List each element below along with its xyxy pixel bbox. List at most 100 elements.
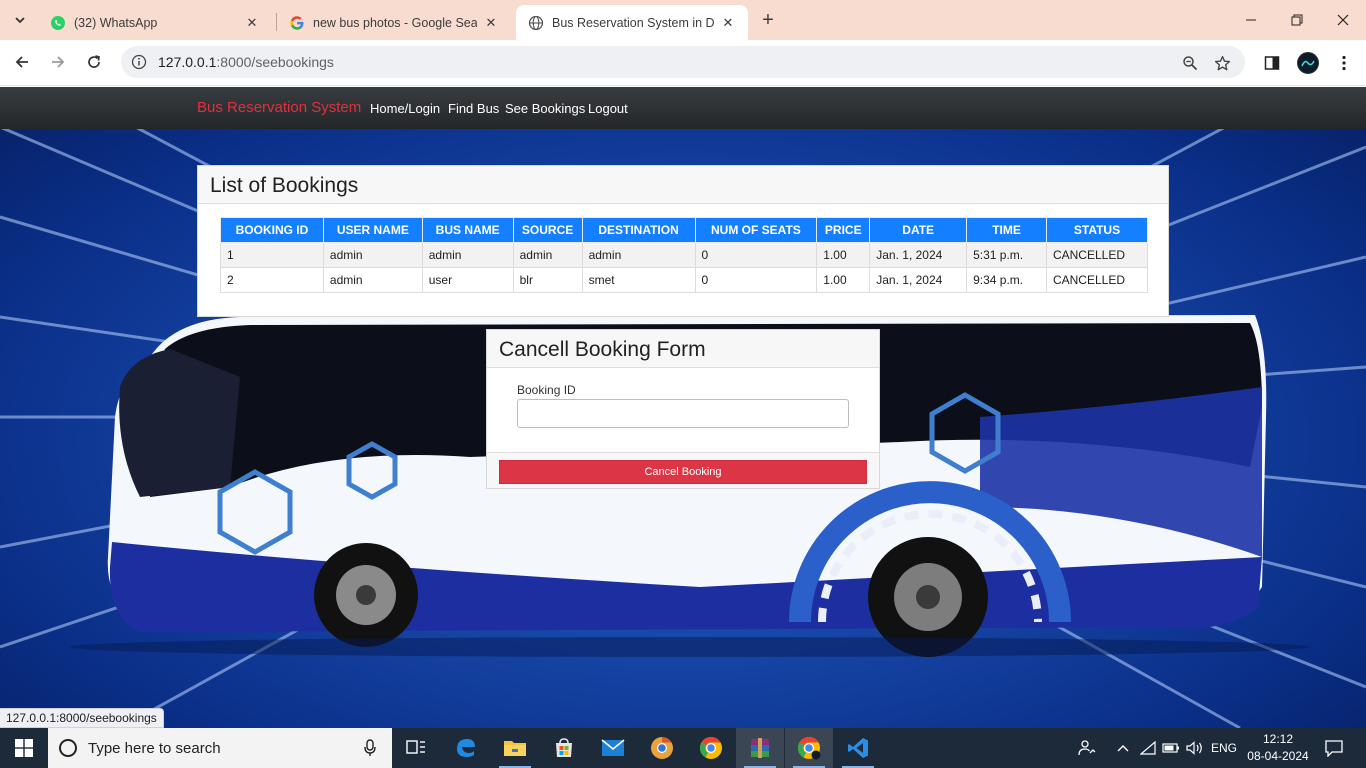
column-header-booking-id: BOOKING ID: [220, 217, 324, 243]
chrome-icon[interactable]: [687, 728, 735, 768]
column-header-time: TIME: [966, 217, 1047, 243]
column-header-source: SOURCE: [512, 217, 583, 243]
taskbar-search-box[interactable]: Type here to search: [48, 728, 392, 768]
price-cell: 1.00: [816, 242, 871, 268]
chrome-canary-icon[interactable]: [638, 728, 686, 768]
num-of-seats-cell: 0: [694, 267, 818, 293]
booking-id-label: Booking ID: [517, 383, 576, 397]
edge-browser-icon[interactable]: [442, 728, 490, 768]
close-window-icon[interactable]: [1320, 0, 1366, 40]
address-bar[interactable]: 127.0.0.1:8000/seebookings: [121, 46, 1245, 78]
column-header-status: STATUS: [1045, 217, 1149, 243]
status-cell: CANCELLED: [1045, 267, 1149, 293]
zoom-icon[interactable]: [1179, 52, 1201, 74]
profile-avatar-icon[interactable]: [1296, 51, 1320, 75]
close-icon[interactable]: ✕: [720, 15, 736, 31]
vscode-icon[interactable]: [834, 728, 882, 768]
booking-id-input[interactable]: [517, 399, 849, 428]
source-cell: blr: [512, 267, 583, 293]
user-name-cell: admin: [322, 242, 423, 268]
winrar-icon[interactable]: [736, 728, 784, 768]
column-header-destination: DESTINATION: [581, 217, 696, 243]
notification-center-icon[interactable]: [1318, 728, 1350, 768]
tab-title: new bus photos - Google Search: [313, 15, 477, 30]
side-panel-icon[interactable]: [1260, 51, 1284, 75]
mail-icon[interactable]: [589, 728, 637, 768]
status-cell: CANCELLED: [1045, 242, 1149, 268]
column-header-user-name: USER NAME: [322, 217, 423, 243]
price-cell: 1.00: [816, 267, 871, 293]
clock-date: 08-04-2024: [1247, 749, 1309, 763]
bookings-card-title: List of Bookings: [198, 166, 1168, 204]
restore-icon[interactable]: [1274, 0, 1320, 40]
people-icon[interactable]: [1074, 728, 1100, 768]
cancel-booking-button[interactable]: Cancel Booking: [499, 460, 867, 484]
browser-toolbar: 127.0.0.1:8000/seebookings: [0, 40, 1366, 86]
close-icon[interactable]: ✕: [244, 15, 260, 31]
microsoft-store-icon[interactable]: [540, 728, 588, 768]
url-text: 127.0.0.1:8000/seebookings: [158, 54, 334, 70]
bookmark-star-icon[interactable]: [1211, 52, 1233, 74]
network-icon[interactable]: [1137, 728, 1159, 768]
bus-name-cell: admin: [421, 242, 514, 268]
destination-cell: smet: [581, 267, 696, 293]
tab-whatsapp[interactable]: (32) WhatsApp ✕: [38, 5, 272, 40]
table-row: 2 admin user blr smet 0 1.00 Jan. 1, 202…: [220, 267, 1149, 293]
time-cell: 5:31 p.m.: [966, 242, 1047, 268]
show-hidden-icons-chevron-icon[interactable]: [1112, 728, 1134, 768]
new-tab-plus-icon[interactable]: +: [756, 8, 780, 32]
url-host: 127.0.0.1: [158, 54, 217, 70]
cancel-booking-card: Cancell Booking Form Booking ID Cancel B…: [486, 329, 880, 489]
whatsapp-icon: [51, 15, 65, 30]
globe-icon: [528, 15, 544, 30]
minimize-icon[interactable]: [1228, 0, 1274, 40]
cancel-form-footer: Cancel Booking: [487, 452, 879, 488]
column-header-bus-name: BUS NAME: [421, 217, 514, 243]
google-icon: [290, 15, 304, 30]
booking-id-cell: 2: [220, 267, 324, 293]
cancel-form-title: Cancell Booking Form: [487, 330, 879, 368]
taskbar-clock[interactable]: 12:12 08-04-2024: [1241, 731, 1315, 765]
time-cell: 9:34 p.m.: [966, 267, 1047, 293]
destination-cell: admin: [581, 242, 696, 268]
tab-google-search[interactable]: new bus photos - Google Search ✕: [277, 5, 511, 40]
bookings-card: List of Bookings BOOKING ID USER NAME BU…: [197, 165, 1169, 317]
battery-icon[interactable]: [1160, 728, 1182, 768]
tab-title: Bus Reservation System in Django: [552, 15, 714, 30]
task-view-icon[interactable]: [392, 728, 440, 768]
nav-link-logout[interactable]: Logout: [588, 101, 628, 116]
tab-search-chevron-icon[interactable]: [8, 8, 32, 32]
chrome-active-window-icon[interactable]: [785, 728, 833, 768]
tab-bus-reservation[interactable]: Bus Reservation System in Django ✕: [516, 5, 748, 40]
clock-time: 12:12: [1262, 732, 1294, 746]
user-name-cell: admin: [322, 267, 423, 293]
url-path: :8000/seebookings: [216, 54, 334, 70]
column-header-num-of-seats: NUM OF SEATS: [694, 217, 818, 243]
close-icon[interactable]: ✕: [483, 15, 499, 31]
nav-link-home-login[interactable]: Home/Login: [370, 101, 440, 116]
nav-link-see-bookings[interactable]: See Bookings: [505, 101, 585, 116]
table-row: 1 admin admin admin admin 0 1.00 Jan. 1,…: [220, 242, 1149, 268]
file-explorer-icon[interactable]: [491, 728, 539, 768]
taskbar-search-placeholder: Type here to search: [88, 739, 221, 757]
windows-start-icon[interactable]: [0, 728, 48, 768]
search-icon: [59, 739, 77, 757]
column-header-price: PRICE: [816, 217, 871, 243]
status-bar-url: 127.0.0.1:8000/seebookings: [0, 708, 164, 728]
forward-arrow-icon[interactable]: [43, 47, 73, 77]
site-navbar: Bus Reservation System Home/Login Find B…: [0, 87, 1366, 129]
booking-id-cell: 1: [220, 242, 324, 268]
kebab-menu-icon[interactable]: [1332, 51, 1356, 75]
microphone-icon[interactable]: [364, 739, 376, 757]
site-brand-link[interactable]: Bus Reservation System: [197, 99, 361, 116]
back-arrow-icon[interactable]: [7, 47, 37, 77]
input-language-indicator[interactable]: ENG: [1208, 728, 1240, 768]
reload-icon[interactable]: [79, 47, 109, 77]
windows-taskbar: Type here to search ENG 12:12 08-04-2024: [0, 728, 1366, 768]
nav-link-find-bus[interactable]: Find Bus: [448, 101, 499, 116]
column-header-date: DATE: [869, 217, 968, 243]
volume-icon[interactable]: [1183, 728, 1207, 768]
site-info-icon[interactable]: [129, 52, 149, 72]
num-of-seats-cell: 0: [694, 242, 818, 268]
bookings-table-header-row: BOOKING ID USER NAME BUS NAME SOURCE DES…: [220, 217, 1149, 243]
